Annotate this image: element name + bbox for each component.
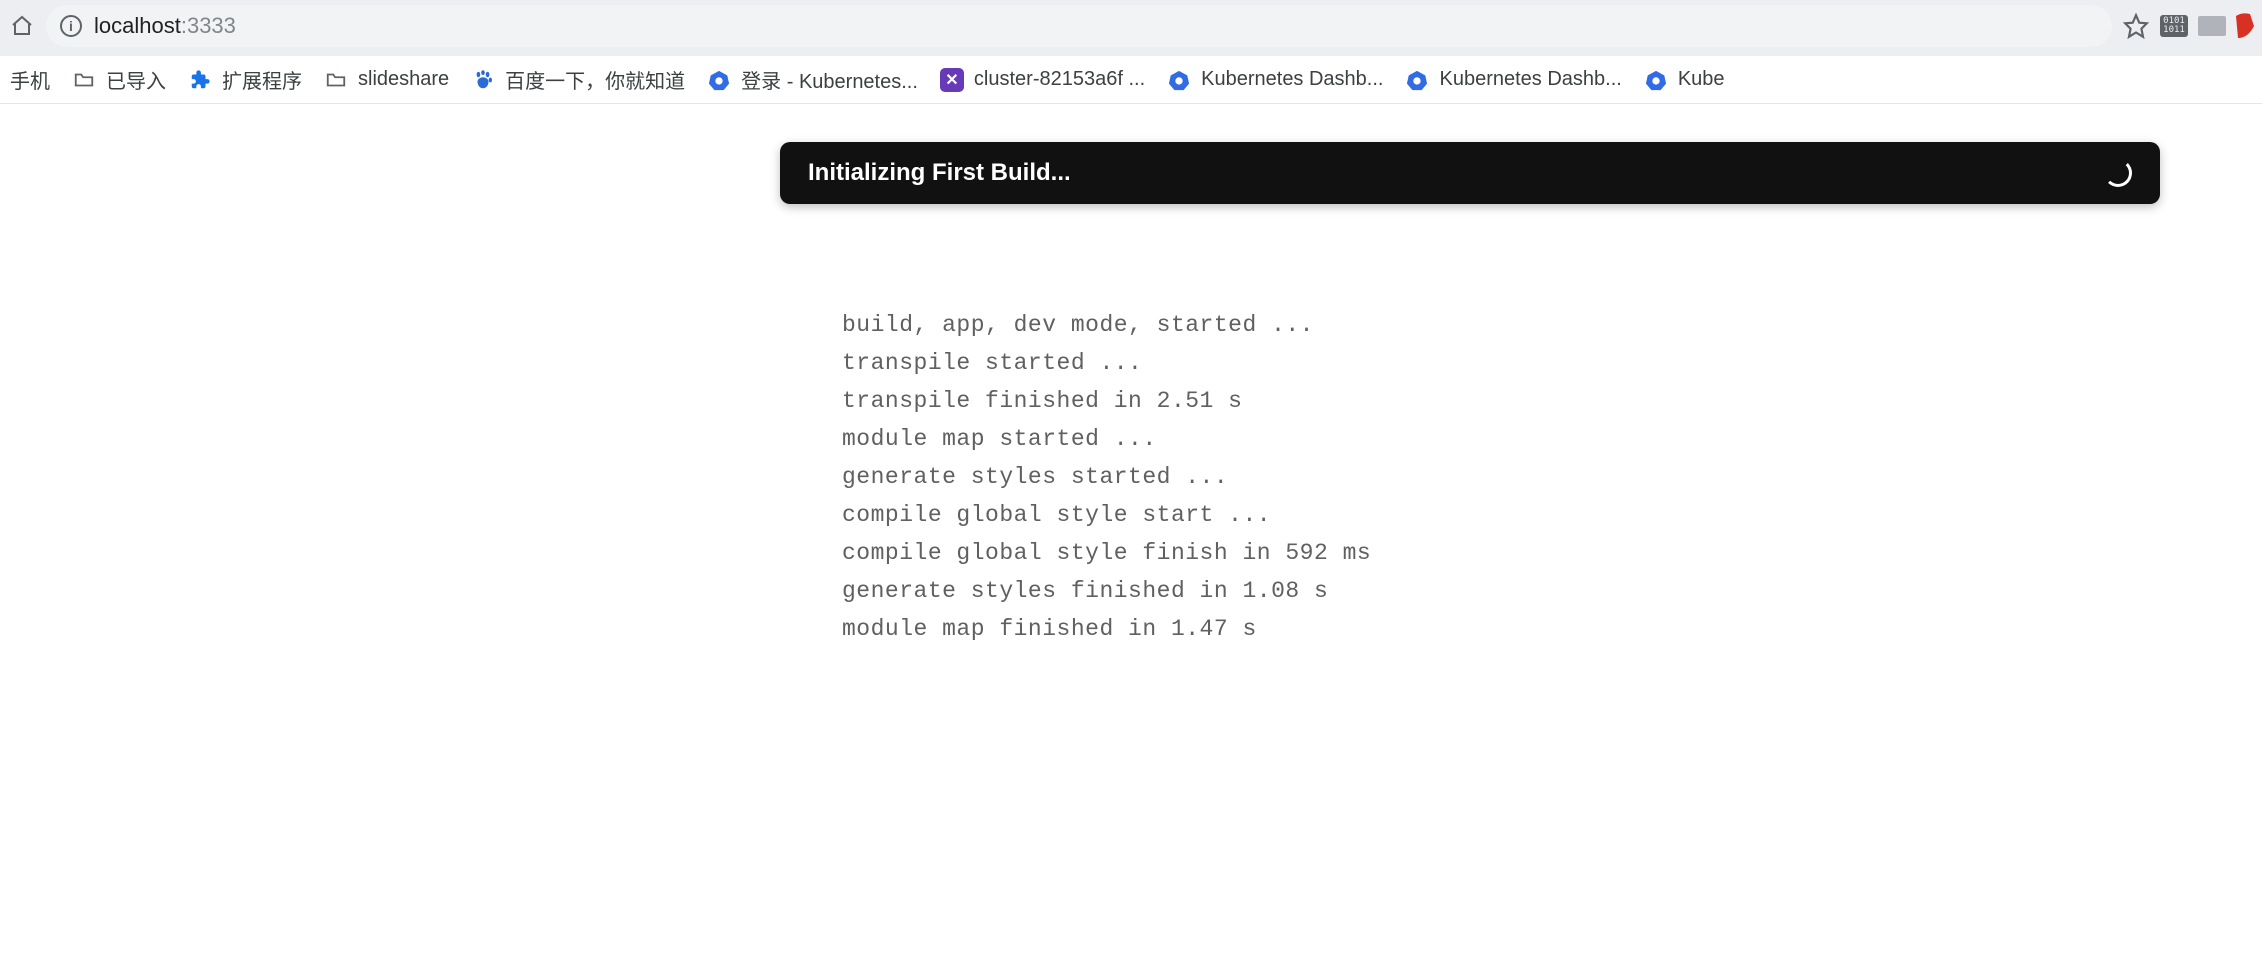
build-status-banner: Initializing First Build...	[780, 142, 2160, 204]
bookmark-k8s-dashboard-1[interactable]: Kubernetes Dashb...	[1167, 68, 1383, 92]
build-status-text: Initializing First Build...	[808, 159, 2104, 187]
bookmark-imported[interactable]: 已导入	[72, 65, 166, 94]
bookmark-label: 已导入	[106, 65, 166, 94]
bookmark-k8s-login[interactable]: 登录 - Kubernetes...	[707, 65, 918, 94]
spinner-icon	[2104, 159, 2132, 187]
k8s-icon	[1167, 68, 1191, 92]
site-info-icon[interactable]: i	[60, 15, 82, 37]
page-content: Initializing First Build... build, app, …	[0, 104, 2262, 970]
bookmark-star-icon[interactable]	[2122, 12, 2150, 40]
bookmark-k8s-dashboard-2[interactable]: Kubernetes Dashb...	[1405, 68, 1621, 92]
url-host: localhost	[94, 13, 181, 38]
bookmark-slideshare[interactable]: slideshare	[324, 68, 449, 92]
browser-toolbar: i localhost:3333 0101 1011	[0, 0, 2262, 56]
bookmarks-bar: 手机 已导入 扩展程序 slideshare 百度一下，你就知道 登录 - Ku…	[0, 56, 2262, 104]
bookmark-mobile[interactable]: 手机	[10, 65, 50, 94]
k8s-icon	[1644, 68, 1668, 92]
k8s-icon	[707, 68, 731, 92]
url-port: :3333	[181, 13, 236, 38]
puzzle-icon	[188, 68, 212, 92]
bookmark-label: 登录 - Kubernetes...	[741, 65, 918, 94]
bookmark-extensions[interactable]: 扩展程序	[188, 65, 302, 94]
folder-icon	[324, 68, 348, 92]
bookmark-k8s-more[interactable]: Kube	[1644, 68, 1725, 92]
bookmark-label: Kubernetes Dashb...	[1439, 68, 1621, 91]
folder-icon	[72, 68, 96, 92]
bookmark-label: Kubernetes Dashb...	[1201, 68, 1383, 91]
baidu-paw-icon	[471, 68, 495, 92]
bookmark-label: Kube	[1678, 68, 1725, 91]
bookmark-label: 扩展程序	[222, 65, 302, 94]
home-icon[interactable]	[8, 12, 36, 40]
bookmark-label: slideshare	[358, 68, 449, 91]
build-log: build, app, dev mode, started ... transp…	[842, 306, 1371, 648]
extension-gray-icon[interactable]	[2198, 16, 2226, 36]
url-bar[interactable]: i localhost:3333	[46, 5, 2112, 47]
bookmark-baidu[interactable]: 百度一下，你就知道	[471, 65, 685, 94]
bookmark-label: 百度一下，你就知道	[505, 65, 685, 94]
cluster-x-icon: ✕	[940, 68, 964, 92]
extension-binary-icon[interactable]: 0101 1011	[2160, 15, 2188, 37]
bookmark-label: cluster-82153a6f ...	[974, 68, 1145, 91]
extension-red-icon[interactable]	[2236, 12, 2254, 40]
k8s-icon	[1405, 68, 1429, 92]
bookmark-cluster[interactable]: ✕ cluster-82153a6f ...	[940, 68, 1145, 92]
bookmark-label: 手机	[10, 65, 50, 94]
